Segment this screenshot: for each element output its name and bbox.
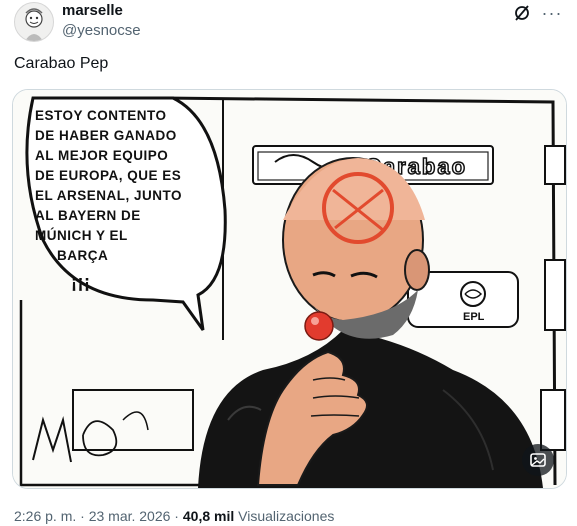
alt-text-icon [530, 453, 546, 467]
speech-line: DE HABER GANADO [35, 128, 177, 143]
post-text: Carabao Pep [14, 55, 109, 72]
author-handle[interactable]: @yesnocse [62, 22, 141, 39]
alt-text-button[interactable] [522, 444, 554, 476]
cartoon-illustration: Carabao EPL ESTOY CONTENTO DE HABER GANA… [13, 90, 566, 488]
board-badge: EPL [463, 311, 485, 323]
avatar[interactable] [14, 2, 54, 42]
views-label: Visualizaciones [238, 508, 335, 524]
meta-separator: · [170, 508, 183, 524]
views-count: 40,8 mil [182, 508, 235, 524]
post-image[interactable]: Carabao EPL ESTOY CONTENTO DE HABER GANA… [12, 89, 567, 489]
speech-line: MÚNICH Y EL [35, 228, 128, 243]
speech-line: ¡¡¡ [71, 272, 90, 292]
speech-line: AL MEJOR EQUIPO [35, 148, 168, 163]
speech-line: AL BAYERN DE [35, 208, 141, 223]
post-meta: 2:26 p. m. · 23 mar. 2026 · 40,8 mil Vis… [14, 508, 334, 524]
author-name[interactable]: marselle [62, 2, 123, 19]
speech-line: ESTOY CONTENTO [35, 108, 167, 123]
post-timestamp[interactable]: 2:26 p. m. · 23 mar. 2026 [14, 508, 170, 524]
speech-line: DE EUROPA, QUE ES [35, 168, 181, 183]
more-icon[interactable]: ··· [541, 2, 563, 24]
speech-line: EL ARSENAL, JUNTO [35, 188, 182, 203]
grok-icon[interactable] [513, 4, 531, 22]
post-header: marselle @yesnocse ··· [14, 2, 563, 42]
speech-line: BARÇA [57, 248, 108, 263]
